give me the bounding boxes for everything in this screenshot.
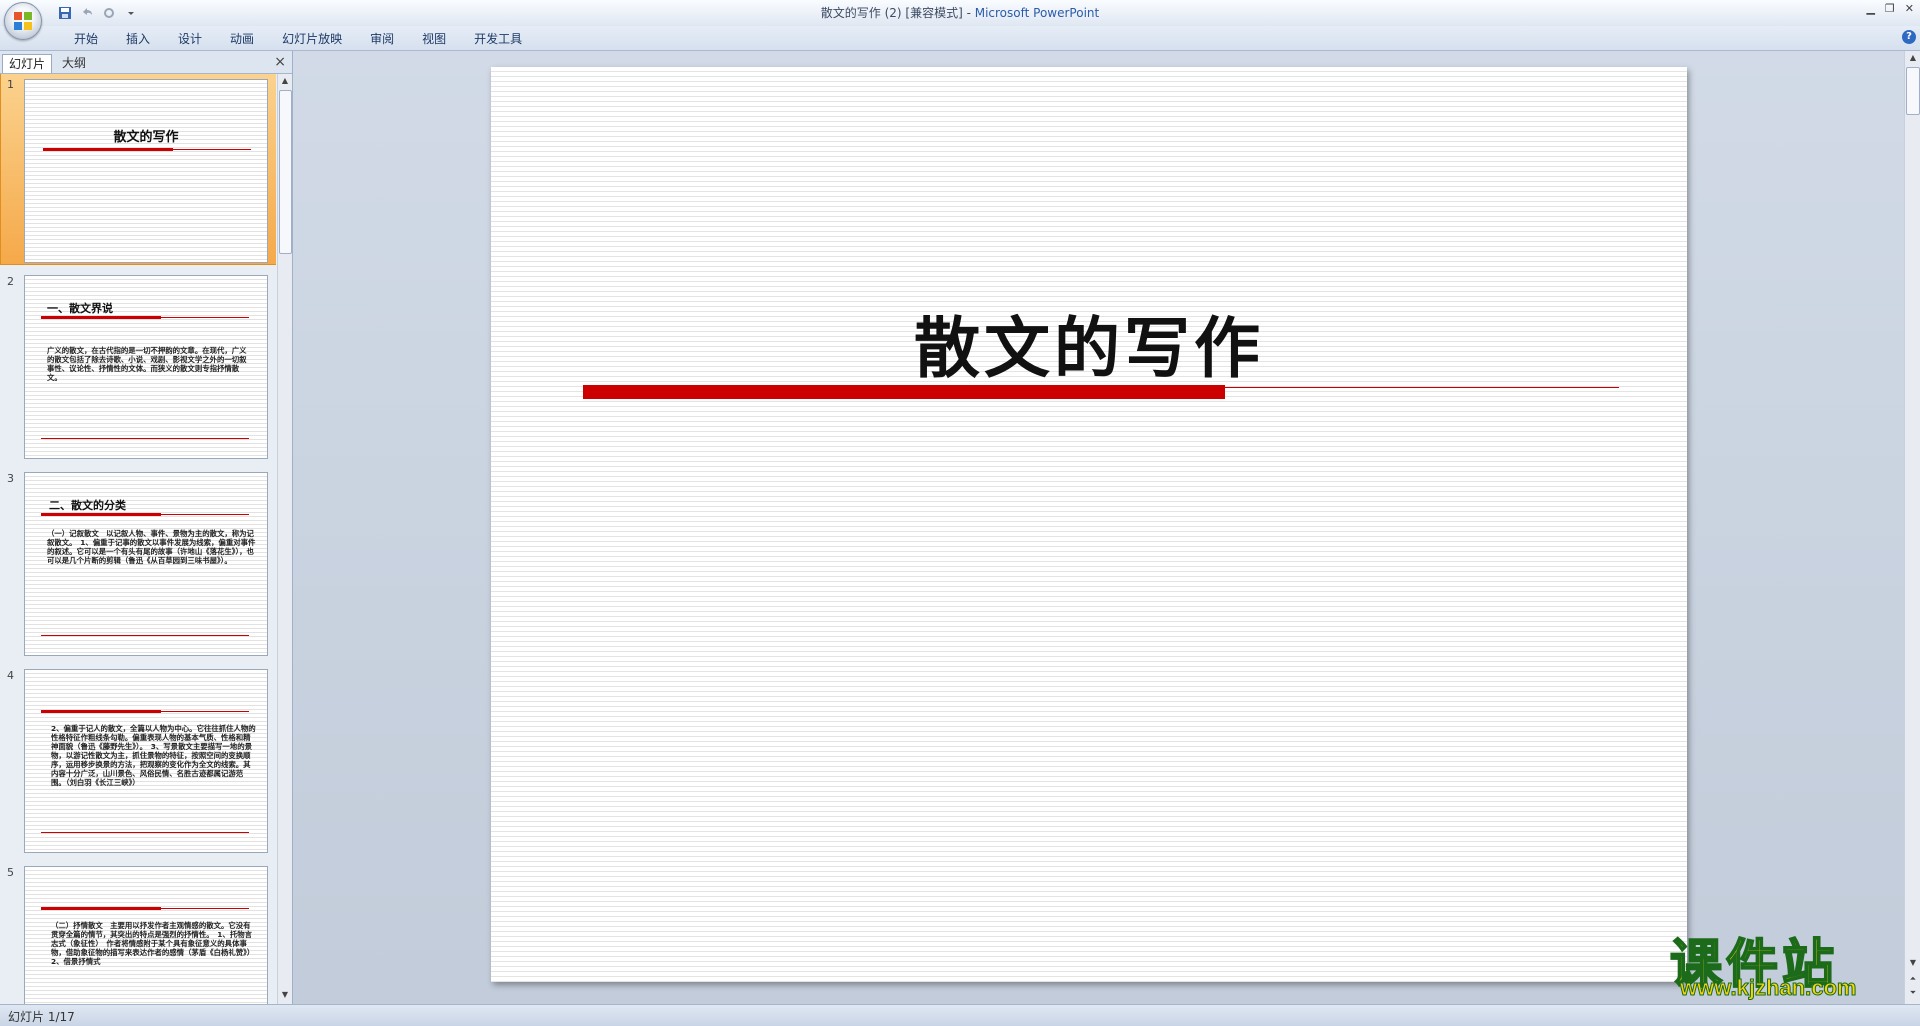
thumbnail-number: 3 bbox=[7, 472, 14, 485]
thumbnail-preview: 散文的写作 bbox=[24, 79, 268, 263]
scrollbar-thumb[interactable] bbox=[279, 90, 292, 254]
pane-tabs: 幻灯片 大纲 × bbox=[0, 51, 292, 74]
document-title: 散文的写作 (2) [兼容模式] - bbox=[820, 6, 975, 20]
restore-icon[interactable]: ❐ bbox=[1885, 2, 1895, 15]
tab-view[interactable]: 视图 bbox=[408, 30, 460, 48]
title-underline-line bbox=[43, 149, 251, 150]
thumbnail-number: 2 bbox=[7, 275, 14, 288]
thumbnail-slide-1[interactable]: 1 散文的写作 bbox=[0, 74, 276, 271]
tab-design[interactable]: 设计 bbox=[164, 30, 216, 48]
tab-developer[interactable]: 开发工具 bbox=[460, 30, 536, 48]
tab-animations[interactable]: 动画 bbox=[216, 30, 268, 48]
tab-slides[interactable]: 幻灯片 bbox=[2, 54, 53, 73]
scroll-down-icon[interactable]: ▼ bbox=[279, 990, 291, 1002]
scrollbar-thumb[interactable] bbox=[1906, 67, 1920, 115]
thumbnail-number: 1 bbox=[7, 78, 14, 91]
title-underline-bar bbox=[583, 385, 1225, 399]
thumbnail-body: （一）记叙散文 以记叙人物、事件、景物为主的散文，称为记叙散文。 1、偏重于记事… bbox=[47, 529, 256, 565]
minimize-icon[interactable]: ▁ bbox=[1866, 2, 1874, 15]
thumbnail-body: 2、偏重于记人的散文，全篇以人物为中心。它往往抓住人物的性格特征作粗线条勾勒。偏… bbox=[51, 724, 256, 787]
slide-counter: 幻灯片 1/17 bbox=[8, 1010, 75, 1024]
office-button[interactable] bbox=[4, 2, 42, 40]
close-icon[interactable]: ✕ bbox=[1905, 2, 1914, 15]
tab-review[interactable]: 审阅 bbox=[356, 30, 408, 48]
thumbnail-slide-4[interactable]: 4 2、偏重于记人的散文，全篇以人物为中心。它往往抓住人物的性格特征作粗线条勾勒… bbox=[0, 665, 276, 862]
close-pane-icon[interactable]: × bbox=[274, 54, 286, 70]
office-logo-icon bbox=[14, 12, 32, 30]
footer-line bbox=[41, 438, 249, 439]
thumbnail-preview: 2、偏重于记人的散文，全篇以人物为中心。它往往抓住人物的性格特征作粗线条勾勒。偏… bbox=[24, 669, 268, 853]
ribbon-tabs: 开始 插入 设计 动画 幻灯片放映 审阅 视图 开发工具 bbox=[60, 30, 536, 48]
thumbnail-preview: （二）抒情散文 主要用以抒发作者主观情感的散文。它没有贯穿全篇的情节，其突出的特… bbox=[24, 866, 268, 1004]
footer-line bbox=[41, 635, 249, 636]
thumbnail-list: 1 散文的写作 2 一、散文界说 广义的散文，在古代指的是一切不押韵的文章。在现… bbox=[0, 74, 276, 1004]
thumbnail-slide-2[interactable]: 2 一、散文界说 广义的散文，在古代指的是一切不押韵的文章。在现代，广义的散文包… bbox=[0, 271, 276, 468]
help-icon[interactable]: ? bbox=[1902, 30, 1916, 44]
thumbnail-body: 广义的散文，在古代指的是一切不押韵的文章。在现代，广义的散文包括了除去诗歌、小说… bbox=[47, 346, 247, 382]
slides-pane: 幻灯片 大纲 × 1 散文的写作 2 一、散文界说 广义的散文，在古代指的是一切… bbox=[0, 51, 293, 1004]
current-slide[interactable]: 散文的写作 bbox=[491, 67, 1687, 982]
title-underline-line bbox=[41, 317, 249, 318]
status-bar: 幻灯片 1/17 bbox=[0, 1004, 1920, 1026]
next-slide-icon[interactable]: ⏷ bbox=[1907, 988, 1919, 1000]
scroll-up-icon[interactable]: ▲ bbox=[1907, 53, 1919, 65]
title-underline-line bbox=[41, 514, 249, 515]
thumbnail-body: （二）抒情散文 主要用以抒发作者主观情感的散文。它没有贯穿全篇的情节，其突出的特… bbox=[51, 921, 258, 966]
watermark-logo: 课件站 www.kjzhan.com bbox=[1669, 922, 1906, 1002]
watermark-url: www.kjzhan.com bbox=[1679, 975, 1857, 1001]
slide-title[interactable]: 散文的写作 bbox=[491, 295, 1687, 391]
thumbnail-title: 二、散文的分类 bbox=[49, 499, 126, 512]
previous-slide-icon[interactable]: ⏶ bbox=[1907, 974, 1919, 986]
thumbnail-title: 散文的写作 bbox=[113, 130, 179, 145]
thumbnail-number: 5 bbox=[7, 866, 14, 879]
thumbnail-title: 一、散文界说 bbox=[47, 302, 113, 315]
title-bar: 散文的写作 (2) [兼容模式] - Microsoft PowerPoint … bbox=[0, 0, 1920, 40]
footer-line bbox=[41, 832, 249, 833]
tab-home[interactable]: 开始 bbox=[60, 30, 112, 48]
ribbon: 开始 插入 设计 动画 幻灯片放映 审阅 视图 开发工具 ? bbox=[0, 26, 1920, 51]
title-underline-line bbox=[41, 908, 249, 909]
thumbnail-number: 4 bbox=[7, 669, 14, 682]
scroll-up-icon[interactable]: ▲ bbox=[279, 76, 291, 88]
tab-slideshow[interactable]: 幻灯片放映 bbox=[268, 30, 356, 48]
scroll-down-icon[interactable]: ▼ bbox=[1907, 958, 1919, 970]
slide-editor: 散文的写作 bbox=[293, 51, 1905, 1004]
thumbnail-slide-5[interactable]: 5 （二）抒情散文 主要用以抒发作者主观情感的散文。它没有贯穿全篇的情节，其突出… bbox=[0, 862, 276, 1004]
window-title: 散文的写作 (2) [兼容模式] - Microsoft PowerPoint bbox=[0, 4, 1920, 21]
title-underline-line bbox=[41, 711, 249, 712]
app-name: Microsoft PowerPoint bbox=[974, 6, 1100, 20]
slide-scrollbar[interactable]: ▲ ▼ ⏶ ⏷ bbox=[1904, 51, 1920, 1004]
thumbnail-preview: 二、散文的分类 （一）记叙散文 以记叙人物、事件、景物为主的散文，称为记叙散文。… bbox=[24, 472, 268, 656]
window-controls: ▁ ❐ ✕ bbox=[1866, 2, 1914, 15]
tab-insert[interactable]: 插入 bbox=[112, 30, 164, 48]
thumbnail-preview: 一、散文界说 广义的散文，在古代指的是一切不押韵的文章。在现代，广义的散文包括了… bbox=[24, 275, 268, 459]
thumbnail-scrollbar[interactable]: ▲ ▼ bbox=[277, 74, 292, 1004]
tab-outline[interactable]: 大纲 bbox=[56, 54, 92, 72]
thumbnail-slide-3[interactable]: 3 二、散文的分类 （一）记叙散文 以记叙人物、事件、景物为主的散文，称为记叙散… bbox=[0, 468, 276, 665]
